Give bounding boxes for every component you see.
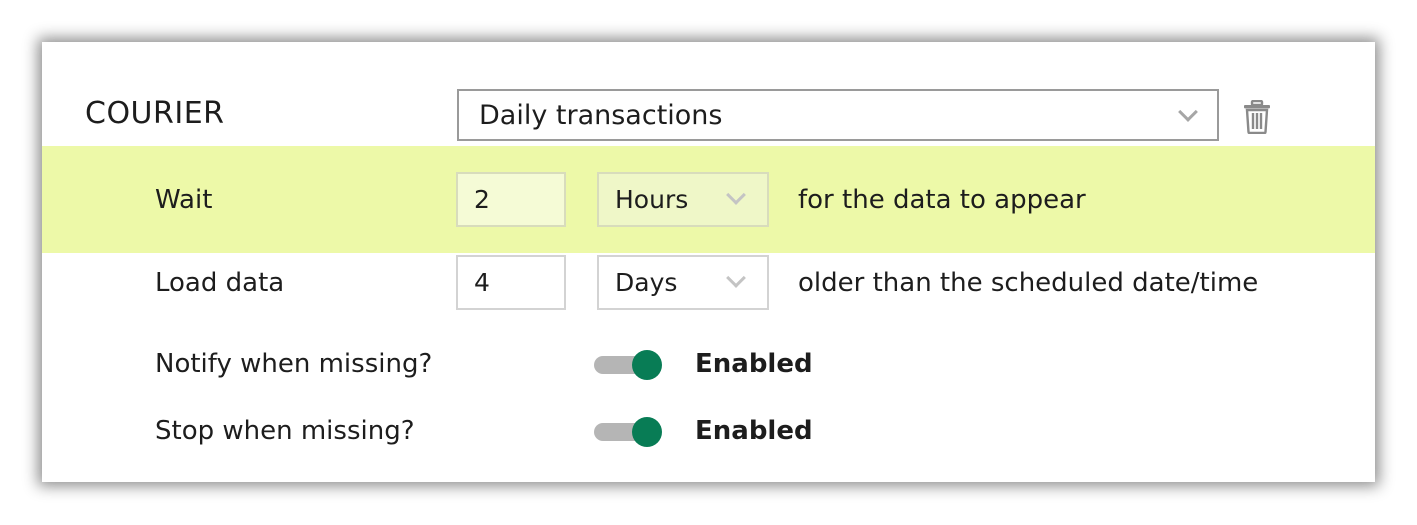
- wait-unit-value: Hours: [615, 185, 689, 214]
- chevron-down-icon: [1178, 102, 1198, 122]
- notify-status: Enabled: [695, 349, 813, 379]
- trash-icon[interactable]: [1243, 99, 1271, 135]
- stop-label: Stop when missing?: [155, 416, 415, 446]
- wait-amount-value: 2: [474, 185, 490, 214]
- load-amount-value: 4: [474, 268, 490, 297]
- wait-suffix-text: for the data to appear: [798, 185, 1086, 215]
- wait-label: Wait: [155, 185, 213, 215]
- load-unit-select[interactable]: Days: [597, 255, 769, 310]
- stop-toggle-knob: [632, 417, 662, 447]
- notify-label: Notify when missing?: [155, 349, 433, 379]
- data-source-card: COURIER Daily transactions Wait 2 Hours …: [42, 42, 1375, 482]
- wait-unit-select[interactable]: Hours: [597, 172, 769, 227]
- load-unit-value: Days: [615, 268, 678, 297]
- wait-amount-input[interactable]: 2: [456, 172, 566, 227]
- load-suffix-text: older than the scheduled date/time: [798, 268, 1259, 298]
- notify-toggle-knob: [632, 350, 662, 380]
- source-label: COURIER: [85, 96, 225, 131]
- load-label: Load data: [155, 268, 285, 298]
- chevron-down-icon: [726, 185, 746, 205]
- chevron-down-icon: [726, 268, 746, 288]
- stop-status: Enabled: [695, 416, 813, 446]
- source-select[interactable]: Daily transactions: [457, 89, 1219, 141]
- load-amount-input[interactable]: 4: [456, 255, 566, 310]
- source-select-value: Daily transactions: [479, 100, 723, 131]
- notify-toggle[interactable]: [594, 349, 664, 381]
- stop-toggle[interactable]: [594, 416, 664, 448]
